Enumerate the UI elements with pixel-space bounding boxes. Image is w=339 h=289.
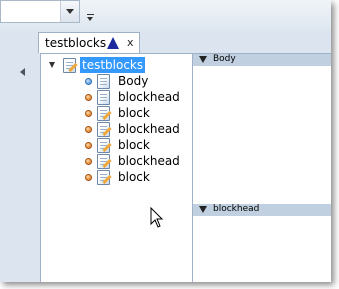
document-pencil-icon: [97, 106, 110, 121]
tree-item-label: blockhead: [118, 154, 180, 168]
collapse-arrow-icon[interactable]: [199, 206, 207, 213]
application-window: testblocks x testblocks Body blockhead b…: [0, 0, 331, 282]
collapse-arrow-icon[interactable]: [199, 56, 207, 63]
toolbar: [0, 0, 331, 32]
document-icon: [97, 90, 110, 105]
orange-bullet-icon: [85, 126, 92, 133]
document-icon: [97, 74, 110, 89]
tree-item-label: blockhead: [118, 90, 180, 104]
orange-bullet-icon: [85, 142, 92, 149]
document-pencil-icon: [63, 58, 76, 73]
panel-header-label: Body: [213, 54, 236, 64]
panel-header-label: blockhead: [213, 204, 260, 214]
panel-header-body[interactable]: Body: [193, 54, 331, 66]
blue-bullet-icon: [85, 78, 92, 85]
expand-arrow-icon[interactable]: [49, 62, 55, 68]
properties-pane: Body blockhead: [193, 54, 331, 282]
document-tabstrip: testblocks x: [32, 32, 331, 53]
orange-bullet-icon: [85, 110, 92, 117]
orange-bullet-icon: [85, 174, 92, 181]
editor-area: testblocks Body blockhead block blockhea…: [40, 53, 331, 282]
tree-item-label: Body: [118, 74, 149, 88]
tree-root-label: testblocks: [80, 57, 146, 73]
chevron-down-icon[interactable]: [60, 1, 79, 22]
structure-tree: testblocks Body blockhead block blockhea…: [40, 54, 193, 282]
toolbar-combobox[interactable]: [0, 0, 80, 23]
tree-item-label: block: [118, 106, 150, 120]
mouse-pointer-icon: [150, 207, 164, 228]
tree-item-label: block: [118, 138, 150, 152]
panel-header-blockhead[interactable]: blockhead: [193, 204, 331, 216]
tree-item-label: block: [118, 170, 150, 184]
tab-testblocks[interactable]: testblocks x: [38, 32, 140, 53]
tab-title: testblocks: [45, 36, 107, 50]
toolbar-overflow-icon[interactable]: [87, 13, 95, 23]
document-pencil-icon: [97, 154, 110, 169]
tree-item-label: blockhead: [118, 122, 180, 136]
document-pencil-icon: [97, 170, 110, 185]
chevron-left-icon[interactable]: [20, 68, 25, 76]
orange-bullet-icon: [85, 94, 92, 101]
orange-bullet-icon: [85, 158, 92, 165]
document-pencil-icon: [97, 138, 110, 153]
document-pencil-icon: [97, 122, 110, 137]
collapsed-side-panel: [0, 32, 32, 282]
tab-close-button[interactable]: x: [127, 36, 134, 49]
blue-triangle-icon: [107, 37, 119, 49]
